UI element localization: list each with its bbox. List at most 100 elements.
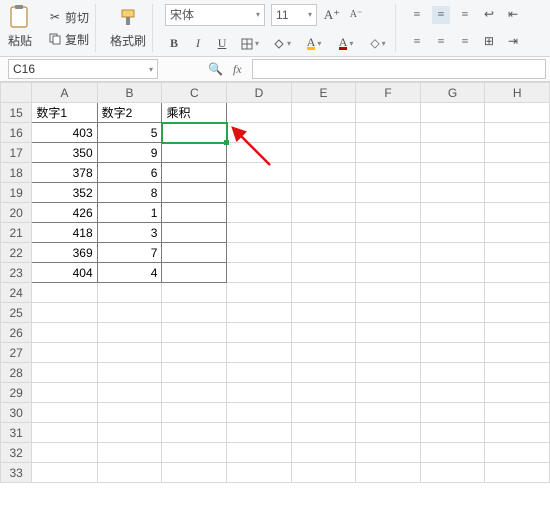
- cell-D29[interactable]: [227, 383, 292, 403]
- col-header-G[interactable]: G: [420, 83, 485, 103]
- cell-H18[interactable]: [485, 163, 550, 183]
- cell-G18[interactable]: [420, 163, 485, 183]
- cell-C25[interactable]: [162, 303, 227, 323]
- row-header-29[interactable]: 29: [1, 383, 32, 403]
- col-header-B[interactable]: B: [97, 83, 162, 103]
- cell-H32[interactable]: [485, 443, 550, 463]
- col-header-C[interactable]: C: [162, 83, 227, 103]
- cell-H23[interactable]: [485, 263, 550, 283]
- cell-H24[interactable]: [485, 283, 550, 303]
- cell-A17[interactable]: 350: [32, 143, 97, 163]
- cell-F20[interactable]: [356, 203, 420, 223]
- cell-G16[interactable]: [420, 123, 485, 143]
- cell-D24[interactable]: [227, 283, 292, 303]
- cell-C19[interactable]: [162, 183, 227, 203]
- cell-F21[interactable]: [356, 223, 420, 243]
- cell-D15[interactable]: [227, 103, 292, 123]
- row-header-27[interactable]: 27: [1, 343, 32, 363]
- row-header-17[interactable]: 17: [1, 143, 32, 163]
- cell-H16[interactable]: [485, 123, 550, 143]
- cell-A24[interactable]: [32, 283, 97, 303]
- cell-B29[interactable]: [97, 383, 162, 403]
- cell-H26[interactable]: [485, 323, 550, 343]
- cell-H33[interactable]: [485, 463, 550, 483]
- cell-E23[interactable]: [291, 263, 356, 283]
- align-bottom-button[interactable]: ≡: [456, 6, 474, 24]
- align-middle-button[interactable]: ≡: [432, 6, 450, 24]
- cell-C33[interactable]: [162, 463, 227, 483]
- cell-E31[interactable]: [291, 423, 356, 443]
- cell-A20[interactable]: 426: [32, 203, 97, 223]
- row-header-31[interactable]: 31: [1, 423, 32, 443]
- cell-A33[interactable]: [32, 463, 97, 483]
- formula-input[interactable]: [252, 59, 546, 79]
- cell-F25[interactable]: [356, 303, 420, 323]
- highlight-button[interactable]: A ▾: [301, 35, 327, 53]
- merge-cells-button[interactable]: ⊞: [480, 33, 498, 51]
- cell-F15[interactable]: [356, 103, 420, 123]
- cell-A21[interactable]: 418: [32, 223, 97, 243]
- cell-B15[interactable]: 数字2: [97, 103, 162, 123]
- cell-H28[interactable]: [485, 363, 550, 383]
- cell-E26[interactable]: [291, 323, 356, 343]
- cell-A25[interactable]: [32, 303, 97, 323]
- cell-H31[interactable]: [485, 423, 550, 443]
- cell-G19[interactable]: [420, 183, 485, 203]
- cell-H29[interactable]: [485, 383, 550, 403]
- font-color-button[interactable]: A ▾: [333, 35, 359, 53]
- row-header-19[interactable]: 19: [1, 183, 32, 203]
- cell-H30[interactable]: [485, 403, 550, 423]
- corner-cell[interactable]: [1, 83, 32, 103]
- cell-E28[interactable]: [291, 363, 356, 383]
- cell-D22[interactable]: [227, 243, 292, 263]
- cell-F23[interactable]: [356, 263, 420, 283]
- cell-B21[interactable]: 3: [97, 223, 162, 243]
- cell-E24[interactable]: [291, 283, 356, 303]
- cell-C20[interactable]: [162, 203, 227, 223]
- cell-A28[interactable]: [32, 363, 97, 383]
- cell-A16[interactable]: 403: [32, 123, 97, 143]
- cell-G30[interactable]: [420, 403, 485, 423]
- cell-E16[interactable]: [291, 123, 356, 143]
- cell-H22[interactable]: [485, 243, 550, 263]
- wrap-text-button[interactable]: ↩: [480, 6, 498, 24]
- row-header-21[interactable]: 21: [1, 223, 32, 243]
- cell-C29[interactable]: [162, 383, 227, 403]
- cell-C17[interactable]: [162, 143, 227, 163]
- cell-G29[interactable]: [420, 383, 485, 403]
- cell-C18[interactable]: [162, 163, 227, 183]
- cell-E27[interactable]: [291, 343, 356, 363]
- cell-C30[interactable]: [162, 403, 227, 423]
- cell-B16[interactable]: 5: [97, 123, 162, 143]
- cell-E20[interactable]: [291, 203, 356, 223]
- fill-color-button[interactable]: ▾: [269, 35, 295, 53]
- cell-G25[interactable]: [420, 303, 485, 323]
- cell-F31[interactable]: [356, 423, 420, 443]
- cell-E15[interactable]: [291, 103, 356, 123]
- cell-C28[interactable]: [162, 363, 227, 383]
- cell-D26[interactable]: [227, 323, 292, 343]
- row-header-26[interactable]: 26: [1, 323, 32, 343]
- cell-F32[interactable]: [356, 443, 420, 463]
- cell-C22[interactable]: [162, 243, 227, 263]
- font-name-select[interactable]: 宋体 ▾: [165, 4, 265, 26]
- cell-F30[interactable]: [356, 403, 420, 423]
- cell-A18[interactable]: 378: [32, 163, 97, 183]
- cell-G26[interactable]: [420, 323, 485, 343]
- row-header-16[interactable]: 16: [1, 123, 32, 143]
- cell-D33[interactable]: [227, 463, 292, 483]
- col-header-A[interactable]: A: [32, 83, 97, 103]
- cell-G22[interactable]: [420, 243, 485, 263]
- cell-D16[interactable]: [227, 123, 292, 143]
- cell-F29[interactable]: [356, 383, 420, 403]
- borders-button[interactable]: ▾: [237, 35, 263, 53]
- cell-H19[interactable]: [485, 183, 550, 203]
- font-size-select[interactable]: 11 ▾: [271, 4, 317, 26]
- cell-H25[interactable]: [485, 303, 550, 323]
- cell-B22[interactable]: 7: [97, 243, 162, 263]
- decrease-font-button[interactable]: A⁻: [347, 6, 365, 24]
- cell-B31[interactable]: [97, 423, 162, 443]
- cell-C27[interactable]: [162, 343, 227, 363]
- spreadsheet-grid[interactable]: ABCDEFGH15数字1数字2乘积1640351735091837861935…: [0, 82, 550, 483]
- fx-button[interactable]: fx: [233, 62, 242, 77]
